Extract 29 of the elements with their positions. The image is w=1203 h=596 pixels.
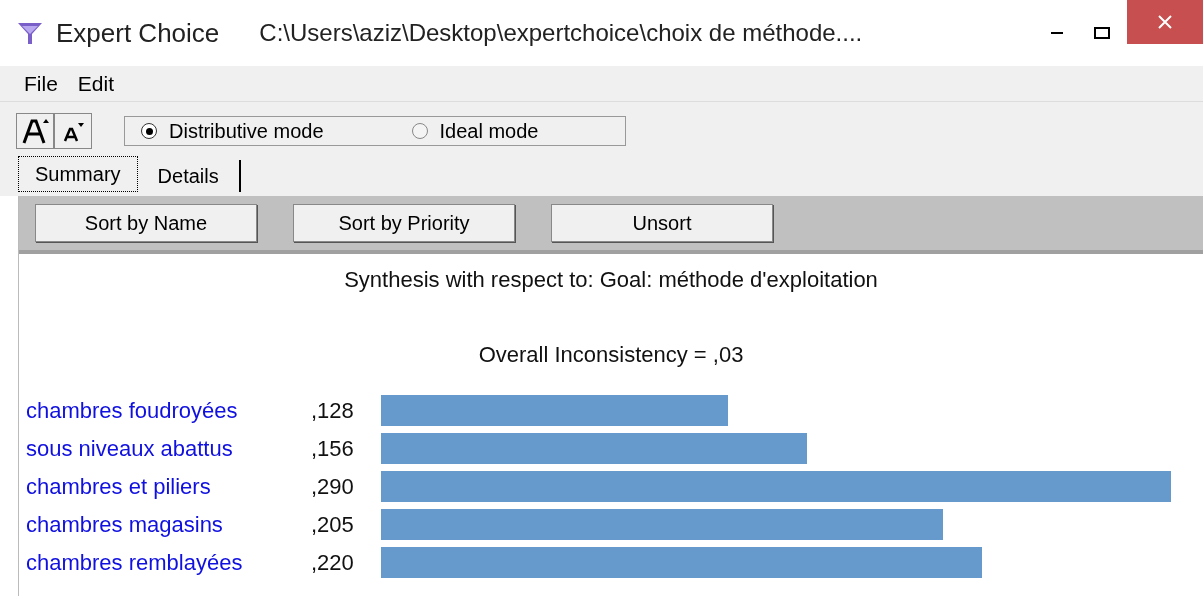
alternative-name: chambres et piliers <box>25 473 212 501</box>
funnel-icon <box>16 20 44 46</box>
priority-value: ,128 <box>311 397 355 425</box>
sort-button[interactable]: Sort by Priority <box>293 204 515 242</box>
priority-value: ,156 <box>311 435 355 463</box>
app-name: Expert Choice <box>56 16 220 50</box>
alternative-name: chambres magasins <box>25 511 224 539</box>
font-increase-button[interactable] <box>16 113 54 149</box>
alternative-name: sous niveaux abattus <box>25 435 234 463</box>
window-title: C:\Users\aziz\Desktop\expertchoice\choix de méthode.... <box>259 18 863 48</box>
priority-value: ,220 <box>311 549 355 577</box>
sort-button[interactable]: Sort by Name <box>35 204 257 242</box>
radio-button[interactable] <box>411 123 428 139</box>
tab[interactable]: Summary <box>18 156 138 192</box>
mode-label[interactable]: Ideal mode <box>439 116 539 146</box>
alternative-name: chambres foudroyées <box>25 397 239 425</box>
font-decrease-button[interactable] <box>54 113 92 149</box>
menu-item[interactable]: File <box>24 67 58 100</box>
synthesis-title: Synthesis with respect to: Goal: méthode d'exploitation <box>343 266 879 294</box>
mode-label[interactable]: Distributive mode <box>169 116 324 146</box>
font-increase-icon <box>21 117 49 145</box>
menu-item[interactable]: Edit <box>77 67 115 100</box>
alternative-name: chambres remblayées <box>25 549 244 577</box>
radio-button[interactable] <box>141 123 157 139</box>
priority-value: ,290 <box>311 473 355 501</box>
priority-value: ,205 <box>311 511 355 539</box>
close-icon <box>1158 15 1172 29</box>
inconsistency-text: Overall Inconsistency = ,03 <box>477 341 745 369</box>
sort-button[interactable]: Unsort <box>551 204 773 242</box>
